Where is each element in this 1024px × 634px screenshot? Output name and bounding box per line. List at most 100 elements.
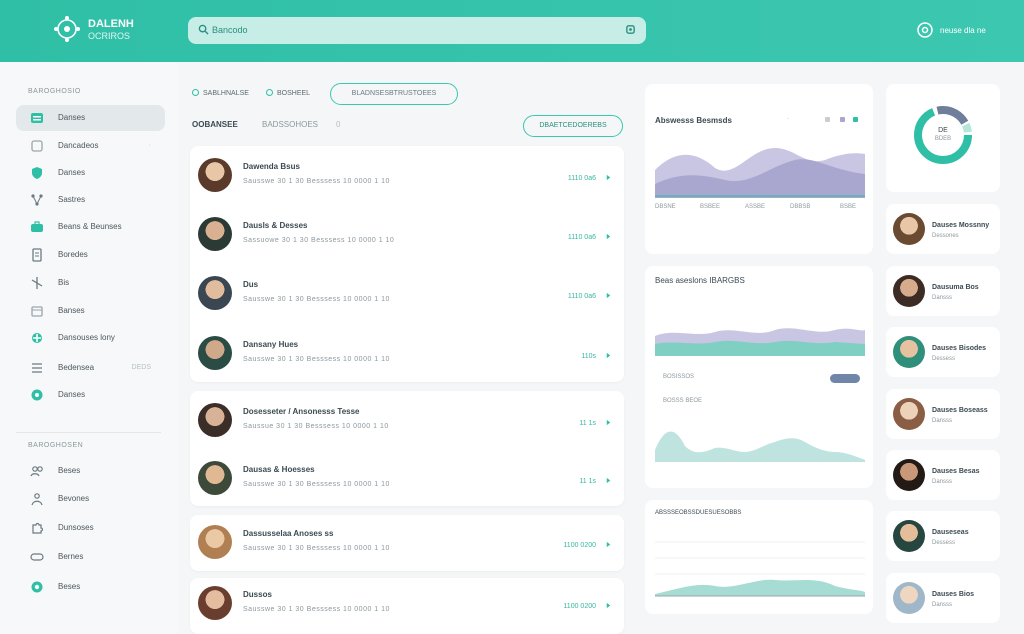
avatar [198, 217, 232, 251]
list-item-name: Dus [243, 280, 259, 289]
person-card[interactable]: Dauses Bios Dansss [886, 573, 1000, 623]
filter-icon[interactable] [625, 24, 636, 35]
filter-chip-1[interactable]: SABLHNALSE [192, 89, 249, 97]
logo-icon [54, 16, 80, 42]
sidebar: BAROGHOSIO Danses Dancadeos · Danses Sas… [0, 62, 178, 634]
stat-label: ASSBE [745, 204, 766, 210]
stat-label: BSBEE [700, 204, 721, 210]
toggle-pill[interactable] [830, 374, 860, 383]
layers-icon [32, 363, 42, 373]
list-item-status: 1100 0200 [563, 603, 596, 610]
radio-icon [266, 89, 273, 96]
sidebar-item-8[interactable]: Banses [16, 298, 165, 324]
panel-subtitle: BOSISSOS [663, 374, 695, 380]
sidebar-item-10[interactable]: Bedensea DEDS [16, 355, 165, 381]
filter-chip-2[interactable]: BOSHEEL [266, 89, 310, 97]
top-header: DALENH OCRIROS Bancodo neuse dla ne [0, 0, 1024, 62]
sidebar-item-6[interactable]: Boredes [16, 242, 165, 268]
chevron-right-icon[interactable] [605, 419, 612, 426]
person-card[interactable]: Dauseseas Dessess [886, 511, 1000, 561]
stat-label: DBSNE [655, 204, 676, 210]
list-item[interactable]: Dausls & Desses Sassuowe 30 1 30 Bessses… [190, 205, 624, 265]
filter-pill[interactable]: BLADNSESBTRUSTOEES [330, 83, 458, 105]
person-role: Dansss [932, 418, 953, 424]
chevron-right-icon[interactable] [605, 233, 612, 240]
person-card[interactable]: Dauses Boseass Dansss [886, 389, 1000, 439]
person-role: Dessones [932, 233, 959, 239]
list-item-status: 110s [581, 353, 596, 360]
chevron-right-icon[interactable] [605, 292, 612, 299]
person-card[interactable]: Dauses Mossnny Dessones [886, 204, 1000, 254]
panel-title: Beas aseslons IBARGBS [655, 276, 745, 285]
list-item-meta: Sausswe 30 1 30 Besssess 10 0000 1 10 [243, 356, 390, 363]
sidebar-item-9[interactable]: Dansouses lony [16, 325, 165, 351]
sidebar-item-4[interactable]: Sastres [16, 187, 165, 213]
sidebar-item-label: Banses [58, 306, 85, 315]
sidebar-item-2[interactable]: Dancadeos · [16, 133, 165, 159]
chevron-right-icon[interactable] [605, 477, 612, 484]
list-item[interactable]: Dassusselaa Anoses ss Sausswe 30 1 30 Be… [190, 513, 624, 573]
sidebar-item-14[interactable]: Dunsoses [16, 515, 165, 541]
branch-icon [31, 277, 43, 289]
list-item[interactable]: Dus Sausswe 30 1 30 Besssess 10 0000 1 1… [190, 264, 624, 324]
sidebar-item-7[interactable]: Bis [16, 270, 165, 296]
avatar [893, 336, 925, 368]
person-role: Dessess [932, 540, 956, 546]
network-icon [31, 194, 43, 206]
list-item-status: 1110 0a6 [567, 293, 596, 300]
chevron-right-icon[interactable] [605, 602, 612, 609]
list-item-meta: Sausswe 30 1 30 Besssess 10 0000 1 10 [243, 545, 390, 552]
tab-2[interactable]: BADSSOHOES [262, 120, 318, 129]
sidebar-item-13[interactable]: Bevones [16, 486, 165, 512]
archive-icon [31, 306, 43, 317]
user-name[interactable]: neuse dla ne [940, 26, 986, 35]
wave-chart [655, 328, 865, 356]
sidebar-item-label: Danses [58, 390, 86, 399]
person-name: Dauses Mossnny [932, 222, 990, 229]
area-chart [655, 148, 865, 198]
list-card-3: Dassusselaa Anoses ss Sausswe 30 1 30 Be… [190, 515, 624, 571]
sidebar-item-16[interactable]: Beses [16, 574, 165, 600]
person-card[interactable]: Dausuma Bos Dansss [886, 266, 1000, 316]
person-card[interactable]: Dauses Besas Dansss [886, 450, 1000, 500]
shield-icon [32, 167, 42, 179]
settings-icon[interactable] [916, 21, 934, 39]
sidebar-item-11[interactable]: Danses [16, 382, 165, 408]
sidebar-item-badge: DEDS [131, 364, 151, 371]
chevron-right-icon[interactable] [605, 174, 612, 181]
sidebar-item-12[interactable]: Beses [16, 458, 165, 484]
avatar [893, 275, 925, 307]
sidebar-section-label: BAROGHOSIO [28, 88, 81, 95]
person-name: Dauses Bios [932, 591, 975, 598]
list-item[interactable]: Dansany Hues Sausswe 30 1 30 Besssess 10… [190, 324, 624, 384]
list-item-name: Dosesseter / Ansonesss Tesse [243, 407, 360, 416]
list-item-meta: Sassuowe 30 1 30 Besssess 10 0000 1 10 [243, 237, 395, 244]
chevron-right-icon[interactable] [605, 541, 612, 548]
list-item-name: Dussos [243, 590, 272, 599]
sidebar-item-label: Bernes [58, 552, 84, 561]
list-item[interactable]: Dawenda Bsus Sausswe 30 1 30 Besssess 10… [190, 146, 624, 206]
avatar [893, 398, 925, 430]
person-name: Dausuma Bos [932, 284, 979, 291]
sidebar-item-5[interactable]: Beans & Beunses [16, 214, 165, 240]
tab-3[interactable]: 0 [336, 120, 340, 129]
search-input[interactable]: Bancodo [188, 17, 646, 44]
tab-1[interactable]: OOBANSEE [192, 120, 238, 129]
list-item-status: 1100 0200 [563, 542, 596, 549]
list-item[interactable]: Dausas & Hoesses Sausswe 30 1 30 Bessses… [190, 449, 624, 509]
folder-icon [31, 140, 43, 152]
list-item[interactable]: Dosesseter / Ansonesss Tesse Saussue 30 … [190, 391, 624, 451]
list-item-status: 11 1s [579, 420, 596, 427]
brand-subtitle: OCRIROS [88, 31, 131, 41]
chevron-right-icon[interactable] [605, 352, 612, 359]
search-icon [198, 24, 209, 35]
sidebar-item-label: Danses [58, 113, 86, 122]
sidebar-item-1[interactable]: Danses [16, 105, 165, 131]
sidebar-item-3[interactable]: Danses [16, 160, 165, 186]
list-card-2: Dosesseter / Ansonesss Tesse Saussue 30 … [190, 391, 624, 506]
sidebar-item-label: Dunsoses [58, 523, 94, 532]
person-card[interactable]: Dauses Bisodes Dessess [886, 327, 1000, 377]
sidebar-item-15[interactable]: Bernes [16, 544, 165, 570]
action-button[interactable]: DBAETCEDOEREBS [523, 115, 623, 137]
list-item[interactable]: Dussos Sausswe 30 1 30 Besssess 10 0000 … [190, 574, 624, 634]
